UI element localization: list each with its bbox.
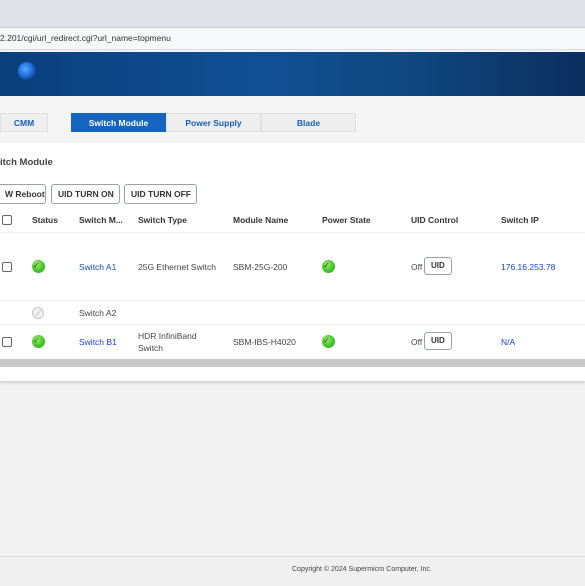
row-divider — [0, 324, 585, 325]
tab-switch-module[interactable]: Switch Module — [71, 113, 166, 132]
header-divider — [0, 232, 585, 233]
tab-cmm[interactable]: CMM — [0, 113, 48, 132]
uid-button-b1[interactable]: UID — [424, 332, 452, 350]
header-switch-ip[interactable]: Switch IP — [501, 215, 539, 225]
globe-logo-icon — [18, 62, 36, 80]
switch-ip-b1[interactable]: N/A — [501, 337, 515, 347]
section-title: itch Module — [0, 157, 53, 168]
uid-state-a1: Off — [411, 262, 423, 272]
status-ok-icon — [32, 335, 45, 348]
switch-link-a1[interactable]: Switch A1 — [79, 262, 116, 272]
horizontal-scrollbar[interactable] — [0, 359, 585, 367]
power-ok-icon — [322, 335, 335, 348]
switch-link-b1[interactable]: Switch B1 — [79, 337, 117, 347]
switch-type-b1-line2: Switch — [138, 343, 164, 353]
row-checkbox-a1[interactable] — [2, 262, 12, 272]
switch-type-a1: 25G Ethernet Switch — [138, 262, 216, 272]
header-switch-module[interactable]: Switch M... — [79, 215, 123, 225]
row-checkbox-b1[interactable] — [2, 337, 12, 347]
copyright-text: Copyright © 2024 Supermicro Computer, In… — [292, 566, 432, 573]
footer: Copyright © 2024 Supermicro Computer, In… — [0, 556, 585, 586]
tab-blade[interactable]: Blade — [261, 113, 356, 132]
switch-ip-a1[interactable]: 176.16.253.78 — [501, 262, 555, 272]
tab-power-supply[interactable]: Power Supply — [166, 113, 261, 132]
switch-type-b1-line1: HDR InfiniBand — [138, 331, 197, 341]
header-uid-control[interactable]: UID Control — [411, 215, 458, 225]
uid-state-b1: Off — [411, 337, 423, 347]
uid-turn-on-button[interactable]: UID TURN ON — [51, 184, 120, 204]
status-ok-icon — [32, 260, 45, 273]
module-name-b1: SBM-IBS-H4020 — [233, 337, 296, 347]
select-all-checkbox[interactable] — [2, 215, 12, 225]
sw-reboot-button[interactable]: W Reboot — [0, 184, 46, 204]
uid-button-a1[interactable]: UID — [424, 257, 452, 275]
switch-name-a2: Switch A2 — [79, 308, 117, 318]
address-url[interactable]: 2.201/cgi/url_redirect.cgi?url_name=topm… — [0, 33, 171, 43]
header-module-name[interactable]: Module Name — [233, 215, 288, 225]
module-name-a1: SBM-25G-200 — [233, 262, 288, 272]
status-absent-icon — [32, 307, 44, 319]
browser-toolbar — [0, 0, 585, 28]
address-bar[interactable]: 2.201/cgi/url_redirect.cgi?url_name=topm… — [0, 28, 585, 50]
header-switch-type[interactable]: Switch Type — [138, 215, 187, 225]
header-power-state[interactable]: Power State — [322, 215, 371, 225]
uid-turn-off-button[interactable]: UID TURN OFF — [124, 184, 197, 204]
header-status[interactable]: Status — [32, 215, 58, 225]
power-ok-icon — [322, 260, 335, 273]
row-divider — [0, 300, 585, 301]
header-banner — [0, 52, 585, 96]
